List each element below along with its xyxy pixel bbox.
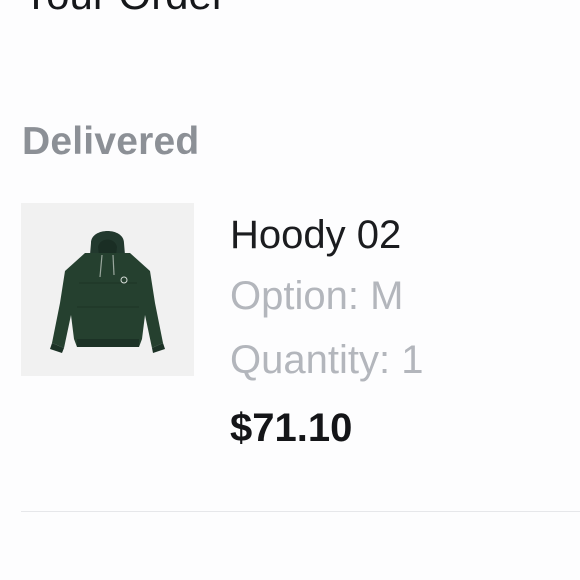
option-label: Option: — [230, 274, 359, 318]
product-price: $71.10 — [230, 406, 353, 450]
product-image[interactable] — [21, 203, 194, 376]
product-option: Option: M — [230, 273, 403, 319]
quantity-label: Quantity: — [230, 338, 391, 382]
option-value: M — [370, 274, 404, 318]
product-quantity: Quantity: 1 — [230, 337, 423, 383]
order-item[interactable]: Hoody 02 Option: M Quantity: 1 $71.10 — [0, 203, 580, 463]
hoodie-icon — [50, 231, 165, 353]
divider — [21, 511, 580, 512]
order-detail-screen: Your Order Delivered — [0, 0, 580, 580]
quantity-value: 1 — [401, 338, 424, 382]
page-title: Your Order — [22, 0, 226, 16]
product-name[interactable]: Hoody 02 — [230, 212, 401, 258]
order-status-heading: Delivered — [22, 120, 200, 163]
